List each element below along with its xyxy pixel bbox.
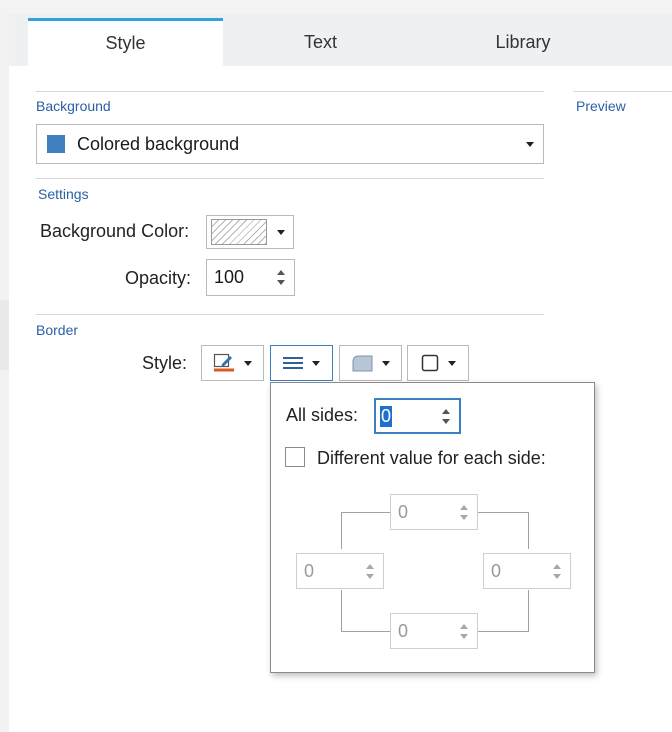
spin-up-icon[interactable] [553, 563, 561, 569]
bottom-side-value: 0 [398, 620, 409, 641]
section-divider [36, 178, 544, 179]
top-side-spinner[interactable]: 0 [390, 494, 478, 530]
tab-style[interactable]: Style [28, 18, 223, 66]
left-side-value: 0 [304, 560, 315, 581]
different-value-label: Different value for each side: [317, 448, 546, 468]
section-divider [36, 314, 544, 315]
chevron-down-icon [312, 360, 320, 366]
background-type-value: Colored background [77, 133, 240, 154]
tab-style-label: Style [105, 33, 146, 53]
connector-line [528, 512, 529, 549]
border-section-label: Border [36, 322, 79, 338]
border-color-button[interactable] [201, 345, 264, 381]
connector-line [341, 631, 391, 632]
left-rail [0, 14, 9, 732]
left-side-spinner[interactable]: 0 [296, 553, 384, 589]
all-sides-spinner[interactable]: 0 [374, 398, 461, 434]
preview-divider [573, 91, 672, 92]
right-side-value: 0 [491, 560, 502, 581]
spin-up-icon[interactable] [277, 270, 285, 275]
border-style-label: Style: [142, 353, 188, 373]
pen-color-icon [213, 353, 234, 372]
chevron-down-icon [526, 141, 534, 147]
spin-up-icon[interactable] [460, 623, 468, 629]
top-side-value: 0 [398, 501, 409, 522]
chevron-down-icon [382, 360, 390, 366]
corner-radius-icon [352, 355, 373, 372]
background-type-dropdown[interactable]: Colored background [36, 124, 544, 164]
border-width-popup: All sides: 0 Different value for each si… [270, 382, 595, 673]
connector-line [477, 631, 529, 632]
spin-down-icon[interactable] [366, 573, 374, 579]
spin-down-icon[interactable] [553, 573, 561, 579]
spin-down-icon[interactable] [460, 633, 468, 639]
spin-up-icon[interactable] [442, 408, 450, 414]
spin-down-icon[interactable] [277, 280, 285, 285]
connector-line [477, 512, 529, 513]
spin-up-icon[interactable] [366, 563, 374, 569]
tab-text-label: Text [303, 31, 337, 52]
chevron-down-icon [244, 360, 252, 366]
preview-label: Preview [576, 98, 626, 114]
left-rail-segment [0, 300, 9, 370]
all-sides-value[interactable]: 0 [380, 405, 393, 427]
tab-text[interactable]: Text [223, 18, 418, 66]
transparent-swatch-icon [211, 219, 267, 245]
all-sides-label: All sides: [286, 405, 359, 425]
right-side-spinner[interactable]: 0 [483, 553, 571, 589]
bottom-side-spinner[interactable]: 0 [390, 613, 478, 649]
opacity-spinner[interactable]: 100 [206, 259, 295, 296]
border-box-icon [421, 354, 438, 372]
opacity-value: 100 [214, 267, 245, 287]
settings-section-label: Settings [38, 186, 89, 202]
spin-down-icon[interactable] [442, 418, 450, 424]
corner-radius-button[interactable] [339, 345, 402, 381]
background-color-picker[interactable] [206, 215, 294, 249]
spin-down-icon[interactable] [460, 514, 468, 520]
connector-line [528, 590, 529, 632]
connector-line [341, 512, 342, 549]
line-weight-icon [283, 357, 303, 369]
connector-line [341, 590, 342, 632]
chevron-down-icon [277, 229, 285, 235]
spin-up-icon[interactable] [460, 504, 468, 510]
connector-line [341, 512, 391, 513]
border-weight-button[interactable] [270, 345, 333, 381]
tab-library-label: Library [495, 31, 551, 52]
opacity-label: Opacity: [125, 268, 192, 288]
title-strip [0, 0, 672, 15]
section-divider [36, 91, 544, 92]
different-value-checkbox[interactable] [285, 447, 305, 467]
background-color-label: Background Color: [40, 221, 190, 241]
border-shape-button[interactable] [407, 345, 469, 381]
chevron-down-icon [447, 360, 456, 366]
color-swatch-icon [47, 135, 65, 153]
background-section-label: Background [36, 98, 111, 114]
tab-library[interactable]: Library [418, 18, 628, 66]
